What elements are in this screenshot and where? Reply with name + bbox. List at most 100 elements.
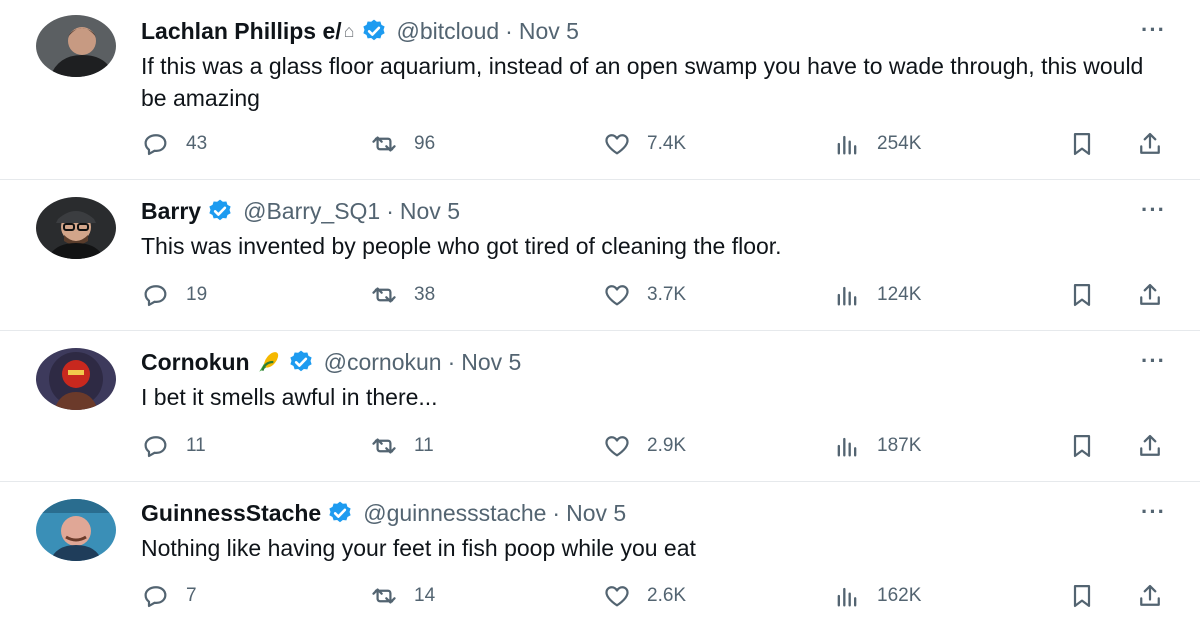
- timestamp[interactable]: Nov 5: [519, 16, 579, 46]
- heart-icon: [603, 432, 631, 460]
- views-chart-icon: [833, 582, 861, 610]
- heart-icon: [603, 281, 631, 309]
- reply-icon: [142, 432, 170, 460]
- timestamp[interactable]: Nov 5: [461, 347, 521, 377]
- bookmark-icon: [1068, 432, 1096, 460]
- like-button[interactable]: 2.9K: [603, 432, 686, 460]
- separator: ·: [386, 198, 394, 224]
- repost-button[interactable]: 11: [370, 432, 434, 460]
- author-name[interactable]: Cornokun: [141, 347, 250, 377]
- verified-badge-icon: [327, 500, 353, 526]
- like-button[interactable]: 3.7K: [603, 281, 686, 309]
- share-icon: [1136, 582, 1164, 610]
- tweet-actions: 7 14 2.6K 162K: [0, 582, 1200, 612]
- views-button[interactable]: 124K: [833, 281, 921, 309]
- tweet-actions: 43 96 7.4K 254K: [0, 130, 1200, 160]
- author-name[interactable]: Barry: [141, 196, 201, 226]
- views-chart-icon: [833, 281, 861, 309]
- bookmark-icon: [1068, 582, 1096, 610]
- share-icon: [1136, 281, 1164, 309]
- share-button[interactable]: [1136, 582, 1164, 610]
- tweet-actions: 11 11 2.9K 187K: [0, 432, 1200, 462]
- verified-badge-icon: [361, 18, 387, 44]
- views-count: 124K: [877, 284, 922, 305]
- like-count: 7.4K: [647, 133, 687, 154]
- avatar[interactable]: [36, 348, 116, 410]
- repost-icon: [370, 130, 398, 158]
- views-button[interactable]: 254K: [833, 130, 921, 158]
- reply-button[interactable]: 11: [142, 432, 206, 460]
- author-handle[interactable]: @guinnessstache: [363, 498, 546, 528]
- views-chart-icon: [833, 432, 861, 460]
- avatar[interactable]: [36, 15, 116, 77]
- share-button[interactable]: [1136, 130, 1164, 158]
- more-options-icon[interactable]: ···: [1141, 19, 1166, 41]
- tweet-header: Barry @Barry_SQ1 · Nov 5: [141, 196, 460, 226]
- share-icon: [1136, 432, 1164, 460]
- more-options-icon[interactable]: ···: [1141, 350, 1166, 372]
- bookmark-button[interactable]: [1068, 432, 1096, 460]
- repost-icon: [370, 281, 398, 309]
- separator: ·: [447, 349, 456, 375]
- views-chart-icon: [833, 130, 861, 158]
- reply-feed: Lachlan Phillips e/ ⌂ @bitcloud · Nov 5 …: [0, 0, 1200, 628]
- repost-icon: [370, 582, 398, 610]
- author-name[interactable]: Lachlan Phillips e/: [141, 16, 342, 46]
- author-handle[interactable]: @Barry_SQ1: [243, 196, 380, 226]
- repost-count: 38: [414, 284, 436, 305]
- share-button[interactable]: [1136, 432, 1164, 460]
- share-button[interactable]: [1136, 281, 1164, 309]
- bookmark-button[interactable]: [1068, 130, 1096, 158]
- tweet[interactable]: Cornokun @cornokun · Nov 5 ··· I bet it …: [0, 331, 1200, 482]
- repost-button[interactable]: 38: [370, 281, 435, 309]
- timestamp[interactable]: Nov 5: [566, 498, 626, 528]
- more-options-icon[interactable]: ···: [1141, 199, 1166, 221]
- reply-count: 7: [186, 585, 197, 606]
- corn-icon: [256, 349, 282, 375]
- repost-count: 11: [414, 435, 434, 456]
- tweet-text: I bet it smells awful in there...: [141, 384, 438, 410]
- avatar[interactable]: [36, 499, 116, 561]
- repost-count: 96: [414, 133, 436, 154]
- bookmark-button[interactable]: [1068, 281, 1096, 309]
- tweet-header: Lachlan Phillips e/ ⌂ @bitcloud · Nov 5: [141, 16, 579, 46]
- share-icon: [1136, 130, 1164, 158]
- reply-count: 11: [186, 435, 206, 456]
- tweet-text: Nothing like having your feet in fish po…: [141, 535, 696, 561]
- reply-count: 19: [186, 284, 208, 305]
- reply-icon: [142, 281, 170, 309]
- tweet[interactable]: GuinnessStache @guinnessstache · Nov 5 ·…: [0, 482, 1200, 628]
- avatar[interactable]: [36, 197, 116, 259]
- author-name[interactable]: GuinnessStache: [141, 498, 321, 528]
- bookmark-icon: [1068, 130, 1096, 158]
- bookmark-button[interactable]: [1068, 582, 1096, 610]
- like-count: 2.9K: [647, 435, 687, 456]
- tweet[interactable]: Barry @Barry_SQ1 · Nov 5 ··· This was in…: [0, 180, 1200, 331]
- repost-button[interactable]: 96: [370, 130, 435, 158]
- more-options-icon[interactable]: ···: [1141, 501, 1166, 523]
- views-count: 162K: [877, 585, 922, 606]
- reply-icon: [142, 582, 170, 610]
- reply-button[interactable]: 19: [142, 281, 207, 309]
- author-handle[interactable]: @cornokun: [324, 347, 442, 377]
- separator: ·: [505, 18, 513, 44]
- reply-button[interactable]: 7: [142, 582, 197, 610]
- reply-count: 43: [186, 133, 208, 154]
- tweet-text: This was invented by people who got tire…: [141, 233, 782, 259]
- tweet-header: Cornokun @cornokun · Nov 5: [141, 347, 521, 377]
- verified-badge-icon: [207, 198, 233, 224]
- like-button[interactable]: 2.6K: [603, 582, 686, 610]
- repost-icon: [370, 432, 398, 460]
- separator: ·: [552, 500, 561, 526]
- like-button[interactable]: 7.4K: [603, 130, 686, 158]
- author-handle[interactable]: @bitcloud: [397, 16, 500, 46]
- views-button[interactable]: 187K: [833, 432, 921, 460]
- tweet-text: If this was a glass floor aquarium, inst…: [141, 53, 1144, 111]
- repost-button[interactable]: 14: [370, 582, 435, 610]
- reply-button[interactable]: 43: [142, 130, 207, 158]
- like-count: 2.6K: [647, 585, 687, 606]
- name-emoji: ⌂: [343, 21, 355, 41]
- timestamp[interactable]: Nov 5: [400, 196, 460, 226]
- views-button[interactable]: 162K: [833, 582, 921, 610]
- tweet[interactable]: Lachlan Phillips e/ ⌂ @bitcloud · Nov 5 …: [0, 0, 1200, 180]
